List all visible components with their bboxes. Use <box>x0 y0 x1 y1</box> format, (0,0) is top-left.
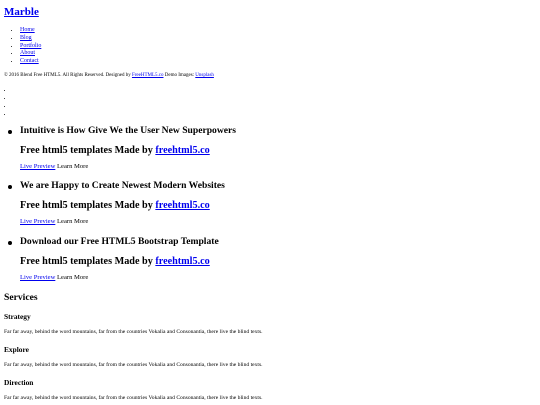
demo-images-label: Demo Images: <box>164 73 195 78</box>
bullet-icon <box>8 130 12 134</box>
live-preview-link[interactable]: Live Preview <box>20 274 55 281</box>
bullet-icon <box>8 185 12 189</box>
logo-link[interactable]: Marble <box>4 6 39 18</box>
nav-item-about: About <box>20 50 41 58</box>
slide-subtitle: Free html5 templates Made by freehtml5.c… <box>20 256 210 268</box>
slider-dot[interactable] <box>13 86 23 94</box>
slide-title: Intuitive is How Give We the User New Su… <box>20 125 237 136</box>
slide-subtitle-text: Free html5 templates Made by <box>20 256 153 267</box>
bullet-icon <box>8 241 12 245</box>
nav-link-home[interactable]: Home <box>20 27 35 33</box>
copyright-text: © 2016 Blend Free HTML5. All Rights Rese… <box>4 73 131 78</box>
nav-item-home: Home <box>20 27 41 35</box>
freehtml5-link[interactable]: freehtml5.co <box>155 256 209 267</box>
slide-item: We are Happy to Create Newest Modern Web… <box>8 180 225 225</box>
service-title: Direction <box>4 378 34 387</box>
service-text: Far far away, behind the word mountains,… <box>4 362 263 368</box>
slider-dots <box>13 86 23 118</box>
slide-item: Download our Free HTML5 Bootstrap Templa… <box>8 236 219 281</box>
slide-actions: Live Preview Learn More <box>20 274 88 281</box>
slider-dot[interactable] <box>13 102 23 110</box>
slide-title: Download our Free HTML5 Bootstrap Templa… <box>20 236 219 247</box>
learn-more-link[interactable]: Learn More <box>57 218 88 225</box>
live-preview-link[interactable]: Live Preview <box>20 218 55 225</box>
nav-link-portfolio[interactable]: Portfolio <box>20 43 41 49</box>
nav-link-blog[interactable]: Blog <box>20 35 32 41</box>
learn-more-link[interactable]: Learn More <box>57 274 88 281</box>
nav-link-about[interactable]: About <box>20 50 35 56</box>
slide-subtitle: Free html5 templates Made by freehtml5.c… <box>20 145 210 157</box>
slider-dot[interactable] <box>13 94 23 102</box>
slide-title: We are Happy to Create Newest Modern Web… <box>20 180 225 191</box>
main-nav: Home Blog Portfolio About Contact <box>20 27 41 66</box>
nav-item-contact: Contact <box>20 58 41 66</box>
designer-link[interactable]: FreeHTML5.co <box>132 73 164 78</box>
services-heading: Services <box>4 292 38 303</box>
service-text: Far far away, behind the word mountains,… <box>4 395 263 401</box>
slide-subtitle: Free html5 templates Made by freehtml5.c… <box>20 200 210 212</box>
live-preview-link[interactable]: Live Preview <box>20 163 55 170</box>
slide-actions: Live Preview Learn More <box>20 163 88 170</box>
site-logo: Marble <box>4 6 39 18</box>
unsplash-link[interactable]: Unsplash <box>195 73 214 78</box>
copyright-line: © 2016 Blend Free HTML5. All Rights Rese… <box>4 73 214 78</box>
service-text: Far far away, behind the word mountains,… <box>4 329 263 335</box>
slide-item: Intuitive is How Give We the User New Su… <box>8 125 237 170</box>
slider-dot[interactable] <box>13 110 23 118</box>
nav-item-portfolio: Portfolio <box>20 43 41 51</box>
slide-subtitle-text: Free html5 templates Made by <box>20 200 153 211</box>
service-title: Strategy <box>4 312 31 321</box>
service-title: Explore <box>4 345 29 354</box>
learn-more-link[interactable]: Learn More <box>57 163 88 170</box>
freehtml5-link[interactable]: freehtml5.co <box>155 145 209 156</box>
freehtml5-link[interactable]: freehtml5.co <box>155 200 209 211</box>
nav-item-blog: Blog <box>20 35 41 43</box>
slide-actions: Live Preview Learn More <box>20 218 88 225</box>
nav-link-contact[interactable]: Contact <box>20 58 39 64</box>
slide-subtitle-text: Free html5 templates Made by <box>20 145 153 156</box>
